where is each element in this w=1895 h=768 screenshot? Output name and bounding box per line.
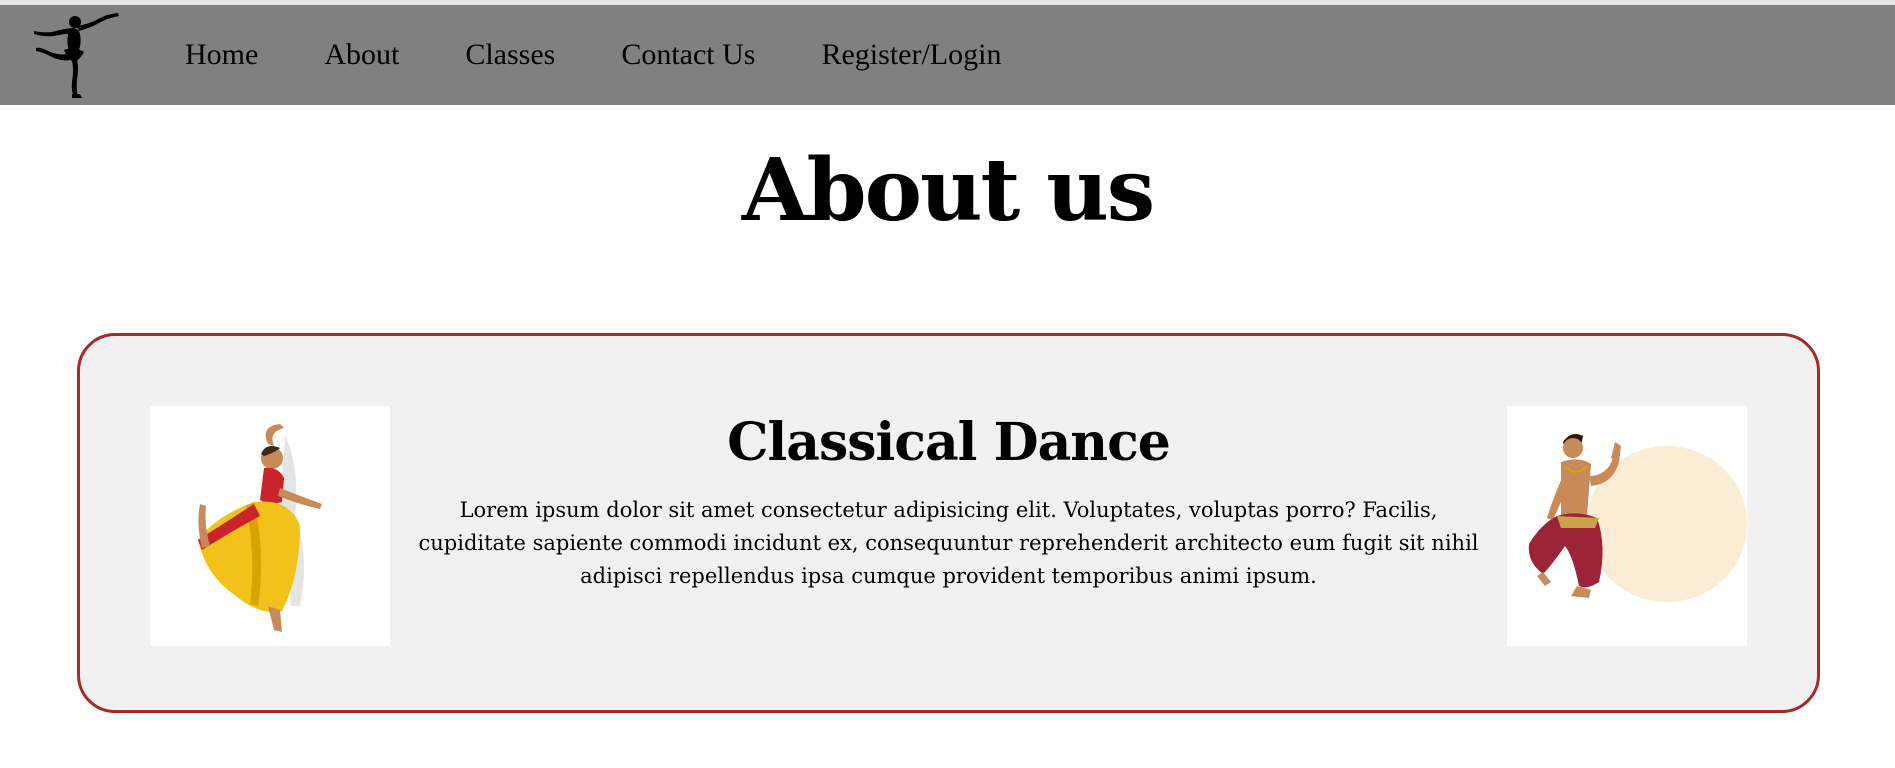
card-heading: Classical Dance <box>727 412 1171 473</box>
navbar: Home About Classes Contact Us Register/L… <box>0 5 1895 105</box>
nav-link-classes[interactable]: Classes <box>465 38 555 71</box>
nav-link-register-login[interactable]: Register/Login <box>821 38 1001 71</box>
page-title: About us <box>741 140 1155 241</box>
female-dancer-image <box>150 406 390 646</box>
card-description: Lorem ipsum dolor sit amet consectetur a… <box>418 498 1479 588</box>
nav-link-home[interactable]: Home <box>185 38 258 71</box>
nav-link-about[interactable]: About <box>324 38 399 71</box>
nav-link-contact-us[interactable]: Contact Us <box>621 38 755 71</box>
nav-menu: Home About Classes Contact Us Register/L… <box>185 5 1067 105</box>
male-dancer-image <box>1507 406 1747 646</box>
ballerina-logo-icon[interactable] <box>28 10 122 100</box>
classical-dance-card: Classical Dance Lorem ipsum dolor sit am… <box>77 333 1820 713</box>
